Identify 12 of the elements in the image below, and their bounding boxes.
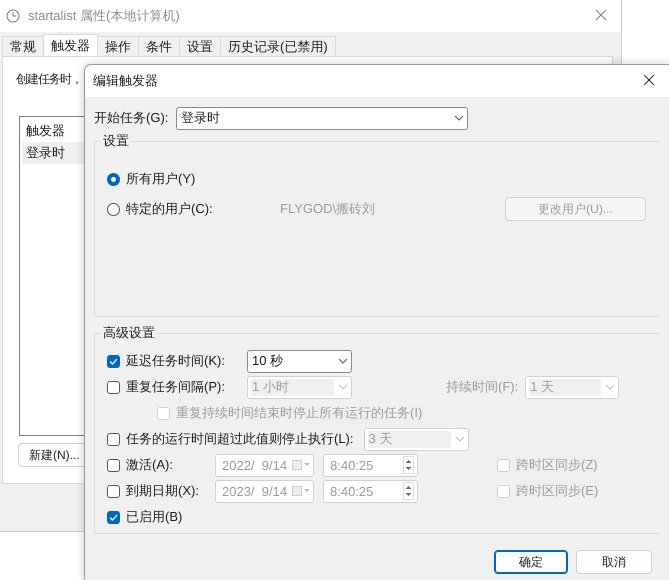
option-label: 到期日期(X):	[126, 482, 200, 500]
group-title: 高级设置	[101, 324, 157, 342]
user-name: FLYGOD\搬砖刘	[280, 200, 376, 218]
option-label: 已启用(B)	[126, 508, 182, 526]
window-title: startalist 属性(本地计算机)	[28, 7, 181, 25]
option-label: 跨时区同步(E)	[516, 482, 598, 500]
duration-label: 持续时间(F):	[446, 378, 518, 396]
option-label: 激活(A):	[126, 456, 174, 474]
option-label: 重复持续时间结束时停止所有运行的任务(I)	[176, 404, 422, 422]
description-text: 创建任务时，	[16, 71, 82, 88]
dialog-title: 编辑触发器	[93, 72, 159, 90]
option-label: 跨时区同步(Z)	[516, 456, 598, 474]
